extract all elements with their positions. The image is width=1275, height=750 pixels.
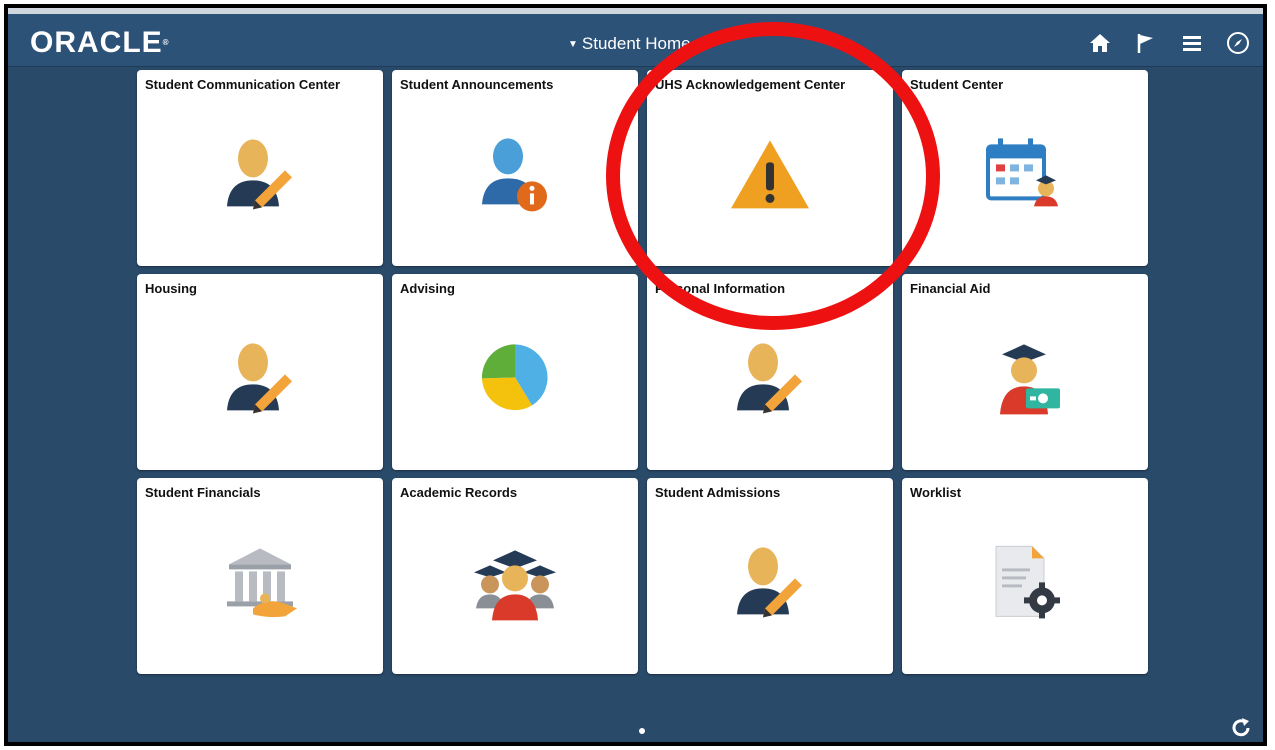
tile-student-communication-center[interactable]: Student Communication Center bbox=[137, 70, 383, 266]
tile-title: Student Communication Center bbox=[145, 77, 341, 92]
app-frame: ORACLE® ▼ Student Home Student Communicat… bbox=[4, 4, 1267, 746]
menu-icon[interactable] bbox=[1179, 30, 1205, 56]
oracle-logo: ORACLE® bbox=[30, 26, 170, 59]
homepage-selector[interactable]: ▼ Student Home bbox=[568, 34, 691, 54]
tile-title: Personal Information bbox=[655, 281, 786, 296]
tile-student-financials[interactable]: Student Financials bbox=[137, 478, 383, 674]
top-navigation-bar: ORACLE® ▼ Student Home bbox=[8, 8, 1263, 67]
header-actions bbox=[1087, 30, 1251, 56]
tile-grid: Student Communication Center Student Ann… bbox=[137, 70, 1148, 674]
tile-student-announcements[interactable]: Student Announcements bbox=[392, 70, 638, 266]
caret-down-icon: ▼ bbox=[568, 39, 578, 50]
homepage-label: Student Home bbox=[581, 34, 691, 53]
tile-title: Housing bbox=[145, 281, 197, 296]
pie-chart-icon bbox=[470, 332, 560, 422]
navbar-compass-icon[interactable] bbox=[1225, 30, 1251, 56]
tile-title: Student Admissions bbox=[655, 485, 781, 500]
calendar-student-icon bbox=[980, 128, 1070, 218]
warning-icon bbox=[725, 128, 815, 218]
person-pencil-icon bbox=[725, 536, 815, 626]
tile-title: Student Center bbox=[910, 77, 1004, 92]
tile-title: Advising bbox=[400, 281, 455, 296]
tile-student-admissions[interactable]: Student Admissions bbox=[647, 478, 893, 674]
bank-icon bbox=[215, 536, 305, 626]
graduates-icon bbox=[470, 536, 560, 626]
tile-advising[interactable]: Advising bbox=[392, 274, 638, 470]
tile-personal-information[interactable]: Personal Information bbox=[647, 274, 893, 470]
page-indicator-dot[interactable] bbox=[639, 728, 645, 734]
person-pencil-icon bbox=[215, 332, 305, 422]
person-info-icon bbox=[470, 128, 560, 218]
tile-title: Financial Aid bbox=[910, 281, 991, 296]
person-pencil-icon bbox=[725, 332, 815, 422]
tile-housing[interactable]: Housing bbox=[137, 274, 383, 470]
tile-title: Student Financials bbox=[145, 485, 261, 500]
document-gear-icon bbox=[980, 536, 1070, 626]
tile-uhs-acknowledgement-center[interactable]: UHS Acknowledgement Center bbox=[647, 70, 893, 266]
graduate-money-icon bbox=[980, 332, 1070, 422]
home-icon[interactable] bbox=[1087, 30, 1113, 56]
tile-financial-aid[interactable]: Financial Aid bbox=[902, 274, 1148, 470]
tile-academic-records[interactable]: Academic Records bbox=[392, 478, 638, 674]
refresh-icon[interactable] bbox=[1229, 716, 1253, 740]
flag-icon[interactable] bbox=[1133, 30, 1159, 56]
tile-student-center[interactable]: Student Center bbox=[902, 70, 1148, 266]
person-pencil-icon bbox=[215, 128, 305, 218]
tile-title: UHS Acknowledgement Center bbox=[655, 77, 846, 92]
tile-title: Student Announcements bbox=[400, 77, 554, 92]
tile-title: Worklist bbox=[910, 485, 962, 500]
tile-title: Academic Records bbox=[400, 485, 518, 500]
tile-worklist[interactable]: Worklist bbox=[902, 478, 1148, 674]
